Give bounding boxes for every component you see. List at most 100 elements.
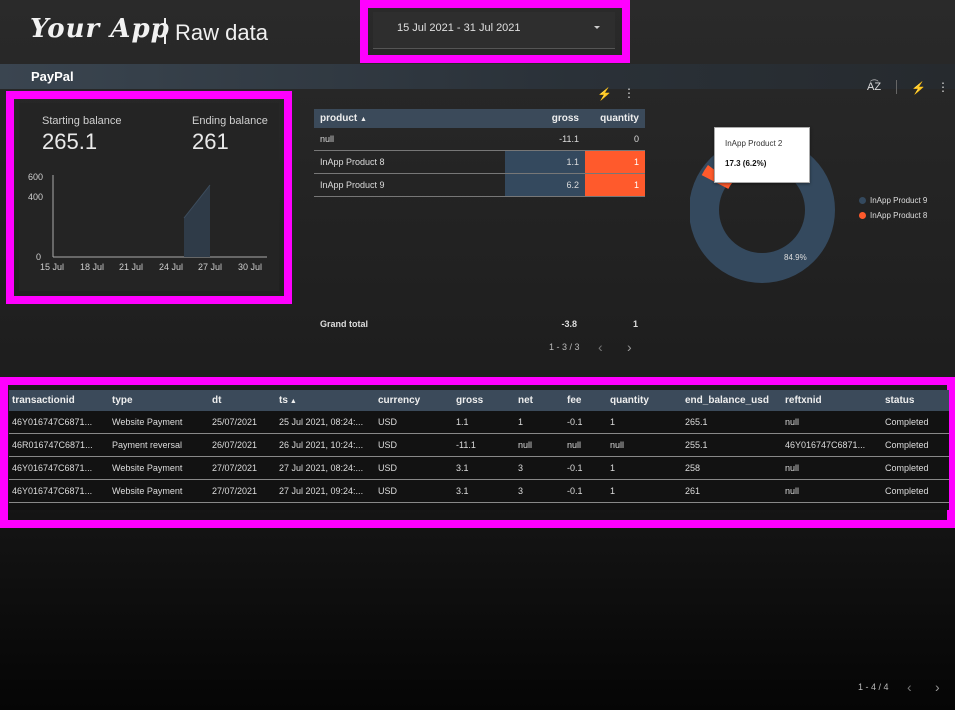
cell-type: Website Payment: [109, 479, 209, 503]
column-header-quantity[interactable]: quantity: [585, 109, 645, 128]
legend-item[interactable]: InApp Product 8: [859, 211, 927, 220]
column-header-end-balance-usd[interactable]: end_balance_usd: [682, 390, 782, 411]
section-bar: [0, 64, 955, 89]
y-tick: 600: [28, 172, 44, 182]
next-page-icon[interactable]: ›: [627, 339, 632, 355]
cell-currency: USD: [375, 479, 453, 503]
cell-transactionid: 46Y016747C6871...: [9, 456, 109, 480]
starting-balance-label: Starting balance: [42, 115, 122, 127]
section-title: PayPal: [31, 69, 74, 84]
table-row[interactable]: null -11.1 0: [314, 128, 645, 151]
cell-currency: USD: [375, 433, 453, 457]
cell-net: 3: [515, 479, 564, 503]
column-header-transactionid[interactable]: transactionid: [9, 390, 109, 411]
grand-total-gross: -3.8: [561, 319, 577, 329]
column-header-ts[interactable]: ts ▲: [276, 390, 375, 411]
legend-item[interactable]: InApp Product 9: [859, 196, 927, 205]
cell-quantity: 1: [607, 411, 682, 434]
lightning-icon[interactable]: ⚡: [597, 87, 612, 101]
cell-gross: 3.1: [453, 456, 515, 480]
dropdown-caret-icon[interactable]: [594, 26, 600, 29]
cell-reftxnid: 46Y016747C6871...: [782, 433, 882, 457]
grand-total-label: Grand total: [320, 319, 369, 329]
column-header-gross[interactable]: gross: [505, 109, 585, 128]
column-header-type[interactable]: type: [109, 390, 209, 411]
column-header-product[interactable]: product ▲: [314, 109, 505, 128]
cell-dt: 27/07/2021: [209, 479, 276, 503]
lightning-icon[interactable]: ⚡: [911, 81, 926, 95]
page-title: Raw data: [175, 20, 268, 45]
x-tick: 15 Jul: [40, 262, 65, 272]
cell-transactionid: 46R016747C6871...: [9, 433, 109, 457]
legend-swatch: [859, 212, 866, 220]
date-range-value[interactable]: 15 Jul 2021 - 31 Jul 2021: [397, 22, 521, 34]
cell-fee: -0.1: [564, 456, 607, 480]
balance-card: Starting balance 265.1 Ending balance 26…: [19, 103, 279, 291]
toolbar-divider: [896, 80, 897, 94]
sort-az-icon[interactable]: A͡Z: [867, 81, 881, 93]
column-header-gross[interactable]: gross: [453, 390, 515, 411]
y-tick: 400: [28, 192, 44, 202]
x-tick: 24 Jul: [159, 262, 184, 272]
cell-gross: -11.1: [453, 433, 515, 457]
cell-ts: 26 Jul 2021, 10:24:...: [276, 433, 375, 457]
column-header-fee[interactable]: fee: [564, 390, 607, 411]
spacer-cell: [9, 502, 949, 510]
column-header-currency[interactable]: currency: [375, 390, 453, 411]
cell-fee: null: [564, 433, 607, 457]
column-header-quantity[interactable]: quantity: [607, 390, 682, 411]
product-pager-text: 1 - 3 / 3: [549, 342, 580, 352]
cell-quantity: 1: [585, 173, 645, 197]
table-row[interactable]: 46Y016747C6871... Website Payment 27/07/20…: [9, 479, 949, 503]
grand-total-quantity: 1: [632, 319, 638, 329]
table-spacer-row: [9, 502, 949, 510]
chart-tooltip: InApp Product 2 17.3 (6.2%): [714, 127, 810, 183]
next-page-icon[interactable]: ›: [935, 679, 940, 695]
cell-quantity: 1: [607, 479, 682, 503]
column-header-reftxnid[interactable]: reftxnid: [782, 390, 882, 411]
cell-fee: -0.1: [564, 479, 607, 503]
cell-dt: 26/07/2021: [209, 433, 276, 457]
column-header-status[interactable]: status: [882, 390, 949, 411]
cell-reftxnid: null: [782, 411, 882, 434]
ending-balance-label: Ending balance: [192, 115, 268, 127]
legend-label: InApp Product 9: [870, 196, 928, 205]
table-row[interactable]: InApp Product 8 1.1 1: [314, 150, 645, 174]
x-tick: 27 Jul: [198, 262, 223, 272]
starting-balance-value: 265.1: [42, 129, 98, 154]
table-row[interactable]: 46R016747C6871... Payment reversal 26/07/2…: [9, 433, 949, 457]
cell-gross: 3.1: [453, 479, 515, 503]
cell-quantity: 1: [607, 456, 682, 480]
cell-ts: 25 Jul 2021, 08:24:...: [276, 411, 375, 434]
cell-currency: USD: [375, 456, 453, 480]
cell-quantity: 0: [585, 128, 645, 151]
ending-balance-value: 261: [192, 129, 229, 154]
sort-asc-icon: ▲: [287, 398, 297, 405]
prev-page-icon[interactable]: ‹: [598, 339, 603, 355]
cell-ts: 27 Jul 2021, 09:24:...: [276, 479, 375, 503]
x-tick: 18 Jul: [80, 262, 105, 272]
app-logo: Your App: [30, 14, 170, 44]
table-row[interactable]: InApp Product 9 6.2 1: [314, 173, 645, 197]
cell-dt: 27/07/2021: [209, 456, 276, 480]
cell-quantity: 1: [585, 150, 645, 174]
cell-status: Completed: [882, 433, 949, 457]
table-row[interactable]: 46Y016747C6871... Website Payment 27/07/20…: [9, 456, 949, 480]
donut-slice-label: 84.9%: [784, 253, 807, 262]
cell-dt: 25/07/2021: [209, 411, 276, 434]
cell-product: null: [314, 128, 505, 151]
y-tick: 0: [36, 252, 42, 262]
column-header-dt[interactable]: dt: [209, 390, 276, 411]
cell-gross: 6.2: [505, 173, 585, 197]
table-row[interactable]: 46Y016747C6871... Website Payment 25/07/20…: [9, 411, 949, 434]
cell-product: InApp Product 8: [314, 150, 505, 174]
prev-page-icon[interactable]: ‹: [907, 679, 912, 695]
column-header-net[interactable]: net: [515, 390, 564, 411]
x-tick: 21 Jul: [119, 262, 144, 272]
cell-end-balance-usd: 258: [682, 456, 782, 480]
more-vert-icon[interactable]: ⋮: [623, 86, 635, 100]
cell-end-balance-usd: 255.1: [682, 433, 782, 457]
more-vert-icon[interactable]: ⋮: [937, 80, 949, 94]
transactions-pager-text: 1 - 4 / 4: [858, 682, 889, 692]
cell-end-balance-usd: 261: [682, 479, 782, 503]
